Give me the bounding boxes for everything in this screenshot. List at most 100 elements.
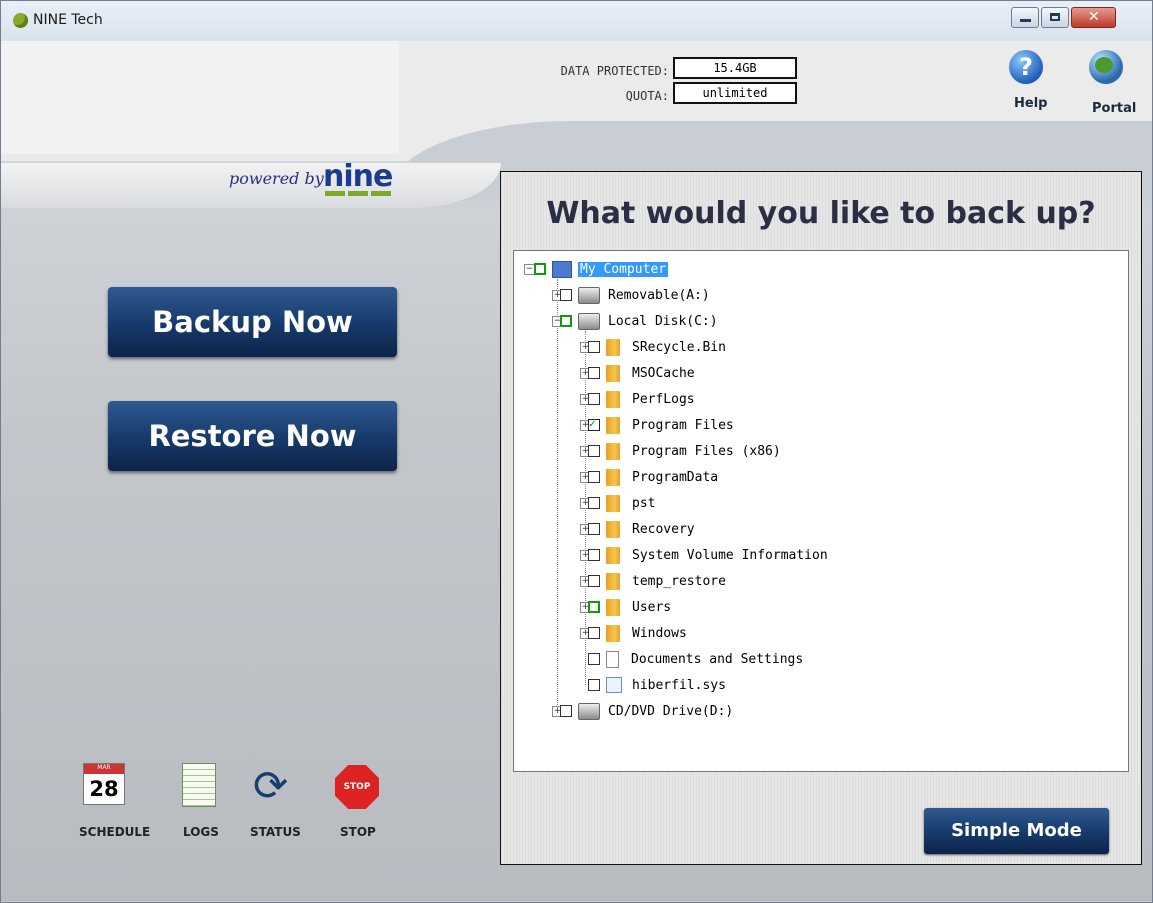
tree-item[interactable]: Removable(A:): [560, 285, 710, 305]
tree-checkbox[interactable]: [588, 523, 600, 535]
tree-item-label[interactable]: My Computer: [578, 261, 669, 277]
tree-checkbox[interactable]: [560, 705, 572, 717]
folder-icon: [606, 364, 620, 382]
title-bar[interactable]: NINE Tech ✕: [1, 1, 1152, 41]
restore-now-button[interactable]: Restore Now: [108, 401, 397, 471]
client-area: powered by nine DATA PROTECTED: 15.4GB Q…: [1, 41, 1152, 901]
folder-icon: [606, 624, 620, 642]
tree-item-label[interactable]: Local Disk(C:): [608, 314, 718, 329]
tree-item-label[interactable]: System Volume Information: [632, 548, 828, 563]
tree-item[interactable]: hiberfil.sys: [588, 675, 726, 695]
status-label[interactable]: STATUS: [250, 825, 301, 839]
tree-checkbox[interactable]: [588, 393, 600, 405]
minimize-button[interactable]: [1011, 7, 1039, 28]
tree-item[interactable]: Recovery: [588, 519, 695, 539]
refresh-icon[interactable]: ⟳: [253, 765, 288, 807]
simple-mode-button[interactable]: Simple Mode: [924, 808, 1109, 854]
tree-item-label[interactable]: Program Files (x86): [632, 444, 781, 459]
tree-checkbox[interactable]: [588, 653, 600, 665]
portal-label[interactable]: Portal: [1092, 101, 1136, 116]
close-button[interactable]: ✕: [1071, 7, 1116, 28]
tree-checkbox[interactable]: [588, 367, 600, 379]
tree-item[interactable]: Program Files: [588, 415, 734, 435]
tree-item-label[interactable]: hiberfil.sys: [632, 678, 726, 693]
file-tree[interactable]: − My Computer + Removable(A:) − Local Disk(C:…: [513, 250, 1129, 772]
tree-item[interactable]: Users: [588, 597, 671, 617]
tree-checkbox[interactable]: [588, 497, 600, 509]
tree-checkbox[interactable]: [588, 549, 600, 561]
tree-checkbox[interactable]: [588, 471, 600, 483]
folder-icon: [606, 546, 620, 564]
schedule-label[interactable]: SCHEDULE: [79, 825, 150, 839]
tree-checkbox[interactable]: [560, 315, 572, 327]
tree-item[interactable]: ProgramData: [588, 467, 718, 487]
cd-drive-icon: [578, 702, 600, 720]
tree-item-label[interactable]: Documents and Settings: [631, 652, 803, 667]
tree-item[interactable]: System Volume Information: [588, 545, 828, 565]
tree-item[interactable]: SRecycle.Bin: [588, 337, 726, 357]
tree-item-label[interactable]: Recovery: [632, 522, 695, 537]
folder-icon: [606, 598, 620, 616]
tree-checkbox[interactable]: [588, 601, 600, 613]
tree-checkbox[interactable]: [588, 341, 600, 353]
tree-checkbox[interactable]: [588, 679, 600, 691]
computer-icon: [552, 260, 572, 278]
nine-logo-bars: [325, 191, 391, 196]
logs-label[interactable]: LOGS: [183, 825, 219, 839]
logs-icon[interactable]: [182, 763, 216, 807]
powered-by-text: powered by: [229, 169, 324, 188]
tree-item-label[interactable]: Program Files: [632, 418, 734, 433]
tree-item-label[interactable]: SRecycle.Bin: [632, 340, 726, 355]
tree-item[interactable]: pst: [588, 493, 655, 513]
tree-item-label[interactable]: MSOCache: [632, 366, 695, 381]
tree-checkbox[interactable]: [588, 627, 600, 639]
maximize-icon: [1050, 13, 1060, 21]
panel-title: What would you like to back up?: [546, 196, 1096, 231]
folder-icon: [606, 468, 620, 486]
backup-selection-panel: What would you like to back up? − My Comp…: [500, 171, 1142, 865]
folder-icon: [606, 338, 620, 356]
tree-item[interactable]: Windows: [588, 623, 687, 643]
local-disk-icon: [578, 312, 600, 330]
tree-item[interactable]: My Computer: [534, 259, 669, 279]
tree-item-label[interactable]: Removable(A:): [608, 288, 710, 303]
tree-item-label[interactable]: pst: [632, 496, 655, 511]
stop-icon[interactable]: STOP: [335, 765, 379, 809]
tree-item[interactable]: Documents and Settings: [588, 649, 803, 669]
tree-item-label[interactable]: PerfLogs: [632, 392, 695, 407]
backup-now-button[interactable]: Backup Now: [108, 287, 397, 357]
stop-label[interactable]: STOP: [340, 825, 376, 839]
maximize-button[interactable]: [1041, 7, 1069, 28]
tree-item[interactable]: Local Disk(C:): [560, 311, 718, 331]
quota-label: QUOTA:: [625, 89, 669, 103]
tree-checkbox[interactable]: [588, 417, 600, 431]
tree-checkbox[interactable]: [588, 445, 600, 457]
nine-logo: nine: [323, 159, 393, 194]
tree-connector-line: [557, 279, 558, 713]
tree-item[interactable]: CD/DVD Drive(D:): [560, 701, 733, 721]
folder-icon: [606, 416, 620, 434]
folder-icon: [606, 520, 620, 538]
folder-icon: [606, 442, 620, 460]
folder-icon: [606, 390, 620, 408]
quota-value: unlimited: [673, 82, 797, 104]
tree-item-label[interactable]: Users: [632, 600, 671, 615]
help-icon[interactable]: ?: [1009, 50, 1043, 84]
tree-item-label[interactable]: ProgramData: [632, 470, 718, 485]
tree-checkbox[interactable]: [534, 263, 546, 275]
tree-item[interactable]: temp_restore: [588, 571, 726, 591]
tree-item-label[interactable]: CD/DVD Drive(D:): [608, 704, 733, 719]
tree-item[interactable]: PerfLogs: [588, 389, 695, 409]
tree-item[interactable]: Program Files (x86): [588, 441, 781, 461]
help-label[interactable]: Help: [1014, 96, 1047, 111]
tree-item[interactable]: MSOCache: [588, 363, 695, 383]
system-file-icon: [606, 677, 622, 693]
tree-item-label[interactable]: temp_restore: [632, 574, 726, 589]
close-icon: ✕: [1088, 9, 1100, 25]
window-title: NINE Tech: [33, 12, 103, 28]
tree-item-label[interactable]: Windows: [632, 626, 687, 641]
globe-icon[interactable]: [1089, 50, 1123, 84]
calendar-icon[interactable]: MAR 28: [83, 763, 125, 805]
tree-checkbox[interactable]: [588, 575, 600, 587]
tree-checkbox[interactable]: [560, 289, 572, 301]
